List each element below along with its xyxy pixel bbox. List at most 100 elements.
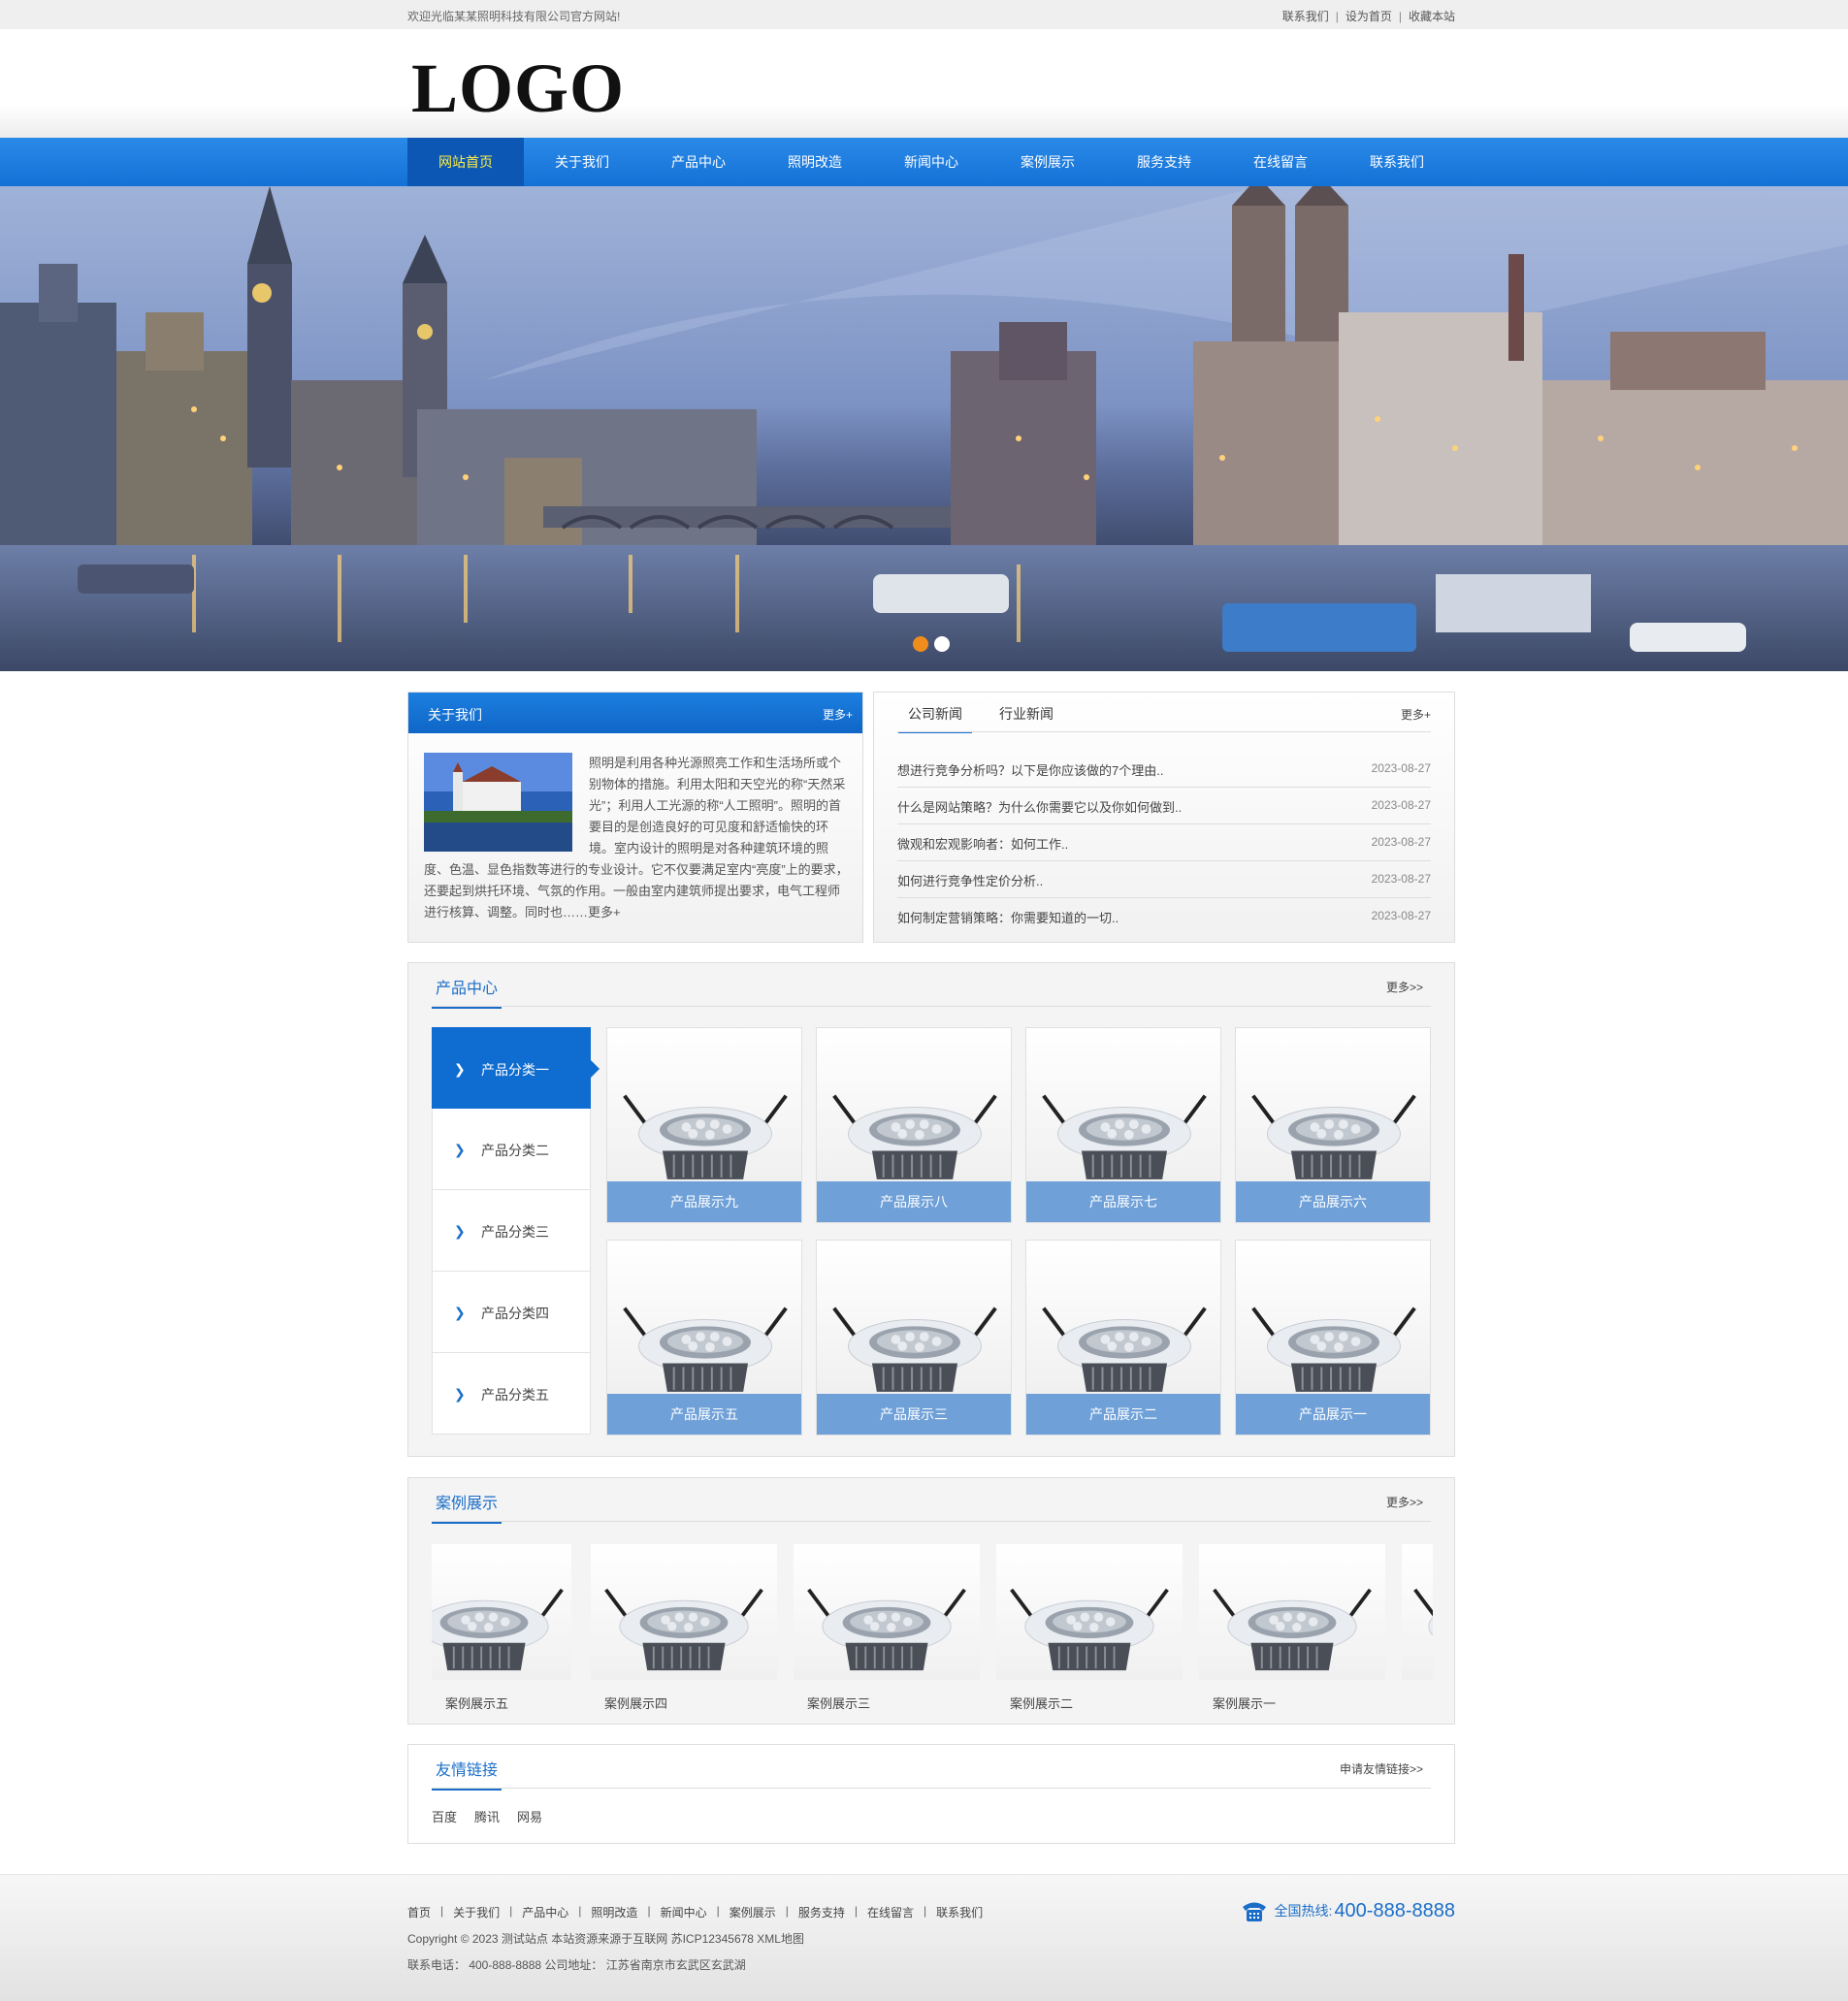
case-card[interactable] (794, 1544, 980, 1680)
news-row[interactable]: 如何制定营销策略：你需要知道的一切.. 2023-08-27 (897, 898, 1431, 935)
case-label[interactable]: 案例展示一 (1213, 1694, 1276, 1712)
cases-panel: 案例展示 更多>> 案例展示五 案例展示四 案例展示三 案例展示二 案例展示一 (407, 1477, 1455, 1725)
nav-item-service[interactable]: 服务支持 (1106, 138, 1222, 186)
nav-item-cases[interactable]: 案例展示 (989, 138, 1106, 186)
nav-item-about[interactable]: 关于我们 (524, 138, 640, 186)
product-category-2[interactable]: ❯ 产品分类二 (432, 1109, 591, 1190)
welcome-text: 欢迎光临某某照明科技有限公司官方网站! (407, 10, 621, 23)
products-title: 产品中心 (432, 975, 503, 1009)
header: LOGO (0, 29, 1848, 138)
product-caption: 产品展示九 (607, 1181, 801, 1222)
footer-nav-link[interactable]: 服务支持 (798, 1904, 845, 1920)
case-label[interactable]: 案例展示三 (807, 1694, 870, 1712)
news-panel: 公司新闻 行业新闻 更多+ 想进行竞争分析吗？以下是你应该做的7个理由.. 202… (873, 692, 1455, 943)
friend-link-baidu[interactable]: 百度 (432, 1807, 457, 1825)
apply-link-button[interactable]: 申请友情链接>> (1340, 1760, 1423, 1777)
case-card[interactable] (432, 1544, 571, 1680)
downlight-product-image (432, 1588, 564, 1671)
phone-icon (1242, 1902, 1266, 1921)
site-logo[interactable]: LOGO (411, 48, 625, 129)
about-panel: 关于我们 更多+ 照明是利用各种光源照亮工作和生活场所或个别物体的措施。利用太阳… (407, 692, 863, 943)
footer-nav-link[interactable]: 联系我们 (936, 1904, 983, 1920)
product-category-1[interactable]: ❯ 产品分类一 (432, 1027, 600, 1109)
news-date: 2023-08-27 (1371, 798, 1431, 812)
nav-item-contact[interactable]: 联系我们 (1339, 138, 1455, 186)
footer-nav-link[interactable]: 照明改造 (591, 1904, 637, 1920)
product-caption: 产品展示二 (1026, 1394, 1220, 1435)
news-row[interactable]: 微观和宏观影响者：如何工作.. 2023-08-27 (897, 824, 1431, 861)
news-title[interactable]: 如何制定营销策略：你需要知道的一切.. (897, 908, 1119, 926)
news-title[interactable]: 想进行竞争分析吗？以下是你应该做的7个理由.. (897, 760, 1163, 779)
products-panel: 产品中心 更多>> ❯ 产品分类一 ❯ 产品分类二 ❯ 产品分类三 ❯ 产品分类四 ❯ 产… (407, 962, 1455, 1457)
chevron-right-icon: ❯ (454, 1305, 466, 1320)
news-date: 2023-08-27 (1371, 909, 1431, 922)
nav-item-home[interactable]: 网站首页 (407, 138, 524, 186)
downlight-product-image (807, 1588, 966, 1671)
main-nav: 网站首页 关于我们 产品中心 照明改造 新闻中心 案例展示 服务支持 在线留言 … (0, 138, 1848, 186)
downlight-product-image (1042, 1094, 1207, 1179)
product-card[interactable]: 产品展示八 (816, 1027, 1012, 1223)
footer-copyright: Copyright © 2023 测试站点 本站资源来源于互联网 苏ICP123… (407, 1932, 804, 1946)
case-card[interactable] (996, 1544, 1183, 1680)
cases-title: 案例展示 (432, 1490, 503, 1524)
downlight-product-image (1251, 1094, 1416, 1179)
downlight-product-image (832, 1307, 997, 1392)
case-card[interactable] (591, 1544, 777, 1680)
top-link-bookmark[interactable]: 收藏本站 (1409, 10, 1455, 23)
banner-dot-2[interactable] (934, 636, 950, 652)
top-link-contact[interactable]: 联系我们 (1282, 10, 1329, 23)
case-label[interactable]: 案例展示四 (604, 1694, 667, 1712)
about-text-more-link[interactable]: 更多+ (588, 905, 621, 920)
product-card[interactable]: 产品展示一 (1235, 1240, 1431, 1436)
product-card[interactable]: 产品展示五 (606, 1240, 802, 1436)
nav-item-products[interactable]: 产品中心 (640, 138, 757, 186)
news-row[interactable]: 想进行竞争分析吗？以下是你应该做的7个理由.. 2023-08-27 (897, 751, 1431, 788)
top-link-set-home[interactable]: 设为首页 (1345, 10, 1392, 23)
product-card[interactable]: 产品展示三 (816, 1240, 1012, 1436)
footer-nav-link[interactable]: 新闻中心 (661, 1904, 707, 1920)
banner-dot-1[interactable] (913, 636, 928, 652)
about-more-link[interactable]: 更多+ (823, 706, 853, 723)
news-title[interactable]: 如何进行竞争性定价分析.. (897, 871, 1043, 889)
product-category-5[interactable]: ❯ 产品分类五 (432, 1353, 591, 1435)
nav-item-message[interactable]: 在线留言 (1222, 138, 1339, 186)
tab-industry-news[interactable]: 行业新闻 (989, 704, 1063, 733)
downlight-product-image (1413, 1588, 1433, 1636)
tab-company-news[interactable]: 公司新闻 (898, 704, 972, 733)
footer-nav-link[interactable]: 关于我们 (453, 1904, 500, 1920)
product-category-3[interactable]: ❯ 产品分类三 (432, 1190, 591, 1272)
chevron-right-icon: ❯ (454, 1223, 466, 1239)
product-card[interactable]: 产品展示六 (1235, 1027, 1431, 1223)
product-card[interactable]: 产品展示二 (1025, 1240, 1221, 1436)
news-row[interactable]: 如何进行竞争性定价分析.. 2023-08-27 (897, 861, 1431, 898)
friend-link-netease[interactable]: 网易 (517, 1807, 542, 1825)
news-date: 2023-08-27 (1371, 761, 1431, 775)
footer-nav-link[interactable]: 案例展示 (729, 1904, 776, 1920)
nav-item-lighting-retrofit[interactable]: 照明改造 (757, 138, 873, 186)
product-card[interactable]: 产品展示九 (606, 1027, 802, 1223)
product-card[interactable]: 产品展示七 (1025, 1027, 1221, 1223)
footer-nav-link[interactable]: 产品中心 (522, 1904, 568, 1920)
product-caption: 产品展示一 (1236, 1394, 1430, 1435)
products-more-link[interactable]: 更多>> (1386, 979, 1423, 995)
product-caption: 产品展示三 (817, 1394, 1011, 1435)
about-text: 照明是利用各种光源照亮工作和生活场所或个别物体的措施。利用太阳和天空光的称“天然… (424, 753, 851, 923)
news-more-link[interactable]: 更多+ (1401, 706, 1431, 723)
friend-link-tencent[interactable]: 腾讯 (474, 1807, 500, 1825)
case-label[interactable]: 案例展示五 (445, 1694, 508, 1712)
case-card[interactable] (1199, 1544, 1385, 1680)
product-caption: 产品展示六 (1236, 1181, 1430, 1222)
news-title[interactable]: 什么是网站策略？为什么你需要它以及你如何做到.. (897, 797, 1182, 816)
nav-item-news[interactable]: 新闻中心 (873, 138, 989, 186)
case-label[interactable]: 案例展示二 (1010, 1694, 1073, 1712)
footer-contact: 联系电话： 400-888-8888 公司地址： 江苏省南京市玄武区玄武湖 (407, 1958, 746, 1972)
cases-more-link[interactable]: 更多>> (1386, 1494, 1423, 1510)
news-list: 想进行竞争分析吗？以下是你应该做的7个理由.. 2023-08-27 什么是网站策… (897, 751, 1431, 935)
news-row[interactable]: 什么是网站策略？为什么你需要它以及你如何做到.. 2023-08-27 (897, 788, 1431, 824)
news-title[interactable]: 微观和宏观影响者：如何工作.. (897, 834, 1068, 853)
footer-nav-link[interactable]: 首页 (407, 1904, 431, 1920)
product-caption: 产品展示八 (817, 1181, 1011, 1222)
hotline-label: 全国热线: (1274, 1903, 1333, 1919)
product-category-4[interactable]: ❯ 产品分类四 (432, 1272, 591, 1353)
footer-nav-link[interactable]: 在线留言 (867, 1904, 914, 1920)
